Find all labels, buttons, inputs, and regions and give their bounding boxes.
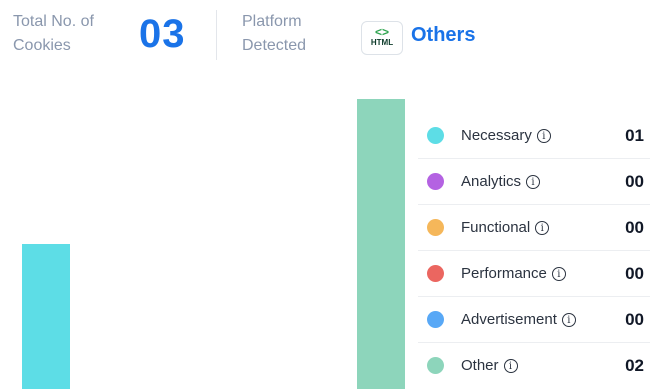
legend-label: Analytics i — [461, 172, 541, 192]
legend-label-text: Advertisement — [461, 311, 557, 328]
legend-value: 02 — [625, 356, 644, 375]
cookie-category-chart — [0, 80, 410, 389]
cookie-category-legend: Necessary i 01 Analytics i 00 Functional i 00 Per… — [418, 113, 650, 389]
platform-label-line2: Detected — [242, 37, 307, 54]
legend-item-advertisement: Advertisement i 00 — [418, 297, 650, 343]
legend-label-text: Necessary — [461, 127, 532, 144]
legend-item-functional: Functional i 00 — [418, 205, 650, 251]
cookie-summary: Total No. of Cookies 03 Platform Detecte… — [0, 0, 650, 80]
legend-label: Performance i — [461, 264, 566, 284]
total-cookies-count: 03 — [139, 12, 186, 56]
platform-detected-label: Platform Detected — [242, 10, 306, 58]
platform-label-line1: Platform — [242, 13, 302, 30]
legend-value: 01 — [625, 126, 644, 145]
legend-label-text: Analytics — [461, 173, 522, 190]
info-icon[interactable]: i — [536, 129, 551, 144]
summary-divider — [216, 10, 217, 60]
legend-label-text: Other — [461, 357, 499, 374]
platform-value: Others — [411, 24, 476, 46]
legend-value: 00 — [625, 264, 644, 283]
legend-value: 00 — [625, 218, 644, 237]
legend-color-dot — [427, 127, 444, 144]
legend-label: Advertisement i — [461, 310, 576, 330]
legend-label: Functional i — [461, 218, 550, 238]
bar-other — [357, 99, 405, 389]
total-cookies-label-line2: Cookies — [13, 37, 71, 54]
total-cookies-label-line1: Total No. of — [13, 13, 94, 30]
bar-necessary — [22, 244, 70, 389]
legend-label-text: Functional — [461, 219, 531, 236]
legend-color-dot — [427, 357, 444, 374]
legend-value: 00 — [625, 172, 644, 191]
info-icon[interactable]: i — [561, 313, 576, 328]
info-icon[interactable]: i — [535, 221, 550, 236]
info-icon[interactable]: i — [526, 175, 541, 190]
total-cookies-label: Total No. of Cookies — [13, 10, 94, 58]
legend-label: Necessary i — [461, 126, 551, 146]
legend-color-dot — [427, 173, 444, 190]
html-icon-text: HTML — [370, 38, 394, 47]
html-icon: <> HTML — [361, 21, 403, 55]
legend-color-dot — [427, 265, 444, 282]
legend-label-text: Performance — [461, 265, 547, 282]
info-icon[interactable]: i — [503, 359, 518, 374]
legend-value: 00 — [625, 310, 644, 329]
legend-item-other: Other i 02 — [418, 343, 650, 389]
legend-color-dot — [427, 219, 444, 236]
html-icon-brackets: <> — [374, 25, 389, 39]
legend-item-analytics: Analytics i 00 — [418, 159, 650, 205]
legend-color-dot — [427, 311, 444, 328]
legend-item-necessary: Necessary i 01 — [418, 113, 650, 159]
legend-item-performance: Performance i 00 — [418, 251, 650, 297]
info-icon[interactable]: i — [551, 267, 566, 282]
legend-label: Other i — [461, 356, 518, 376]
